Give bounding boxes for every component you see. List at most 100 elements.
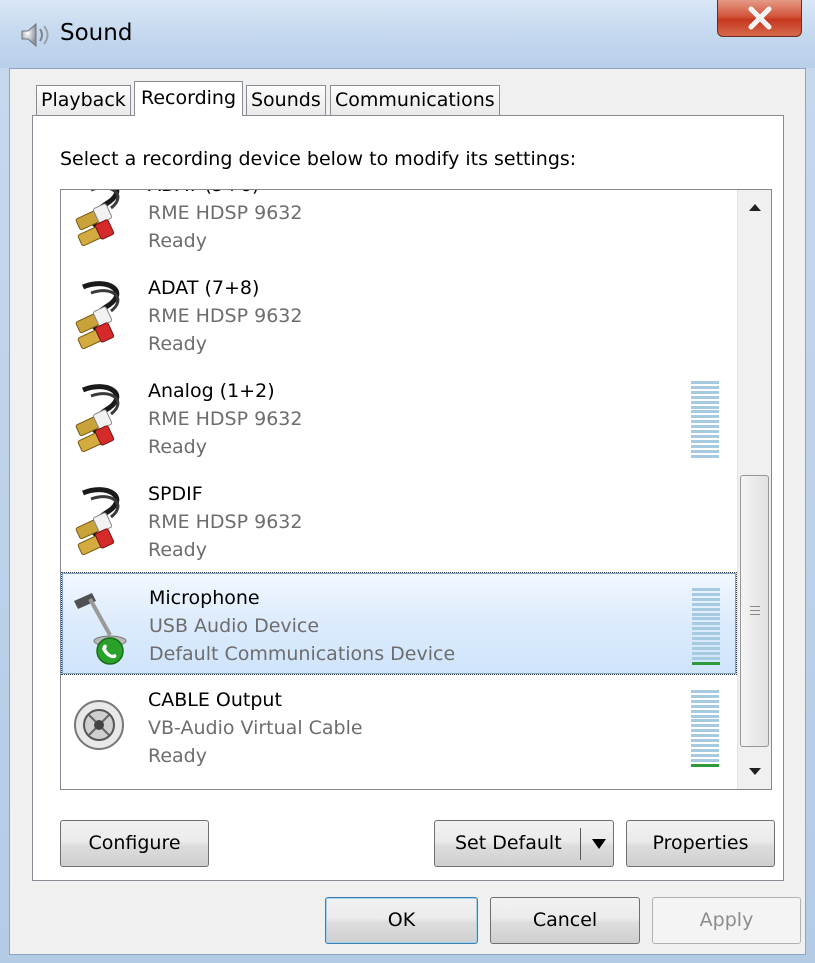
device-name: ADAT (7+8) — [148, 277, 260, 299]
device-description: RME HDSP 9632 — [148, 202, 303, 224]
device-list-scrollbar[interactable] — [737, 190, 771, 789]
tab-communications[interactable]: Communications — [330, 85, 500, 115]
set-default-label: Set Default — [455, 832, 562, 854]
device-description: RME HDSP 9632 — [148, 511, 303, 533]
meter-segment — [691, 425, 719, 429]
meter-segment — [691, 385, 719, 389]
meter-segment — [691, 763, 719, 767]
close-button[interactable] — [717, 0, 802, 37]
speaker-icon — [21, 22, 49, 48]
device-row[interactable]: Microphone USB Audio Device Default Commun… — [61, 572, 737, 675]
properties-button[interactable]: Properties — [626, 820, 775, 867]
meter-segment — [691, 734, 719, 738]
device-description: USB Audio Device — [149, 615, 320, 637]
device-row[interactable]: ADAT (7+8) RME HDSP 9632 Ready — [61, 263, 737, 366]
rca-cable-icon — [69, 273, 129, 355]
tab-playback[interactable]: Playback — [36, 85, 131, 115]
meter-segment — [691, 420, 719, 424]
device-name: ADAT (5+6) — [148, 190, 259, 196]
meter-segment — [691, 724, 719, 728]
meter-segment — [691, 709, 719, 713]
meter-segment — [691, 390, 719, 394]
meter-segment — [692, 597, 720, 601]
device-row[interactable]: SPDIF RME HDSP 9632 Ready — [61, 469, 737, 572]
thumb-grip-line — [750, 606, 760, 607]
device-name: SPDIF — [148, 483, 203, 505]
device-status: Ready — [148, 230, 207, 252]
ok-button[interactable]: OK — [325, 897, 478, 944]
meter-segment — [692, 622, 720, 626]
meter-segment — [692, 646, 720, 650]
apply-button[interactable]: Apply — [652, 897, 801, 944]
meter-segment — [692, 607, 720, 611]
chevron-down-icon[interactable] — [591, 838, 607, 850]
meter-segment — [692, 588, 720, 591]
device-status: Ready — [148, 436, 207, 458]
meter-segment — [691, 699, 719, 703]
meter-segment — [691, 729, 719, 733]
meter-segment — [692, 592, 720, 596]
meter-segment — [692, 661, 720, 665]
device-description: RME HDSP 9632 — [148, 408, 303, 430]
meter-segment — [691, 395, 719, 399]
device-row[interactable]: ADAT (5+6) RME HDSP 9632 Ready — [61, 190, 737, 263]
meter-segment — [691, 743, 719, 747]
device-list[interactable]: ADAT (5+6) RME HDSP 9632 Ready ADAT (7+8) R… — [60, 189, 772, 790]
meter-segment — [691, 714, 719, 718]
scroll-up-button[interactable] — [738, 190, 771, 224]
meter-segment — [691, 704, 719, 708]
meter-segment — [692, 641, 720, 645]
meter-segment — [692, 617, 720, 621]
tab-recording[interactable]: Recording — [134, 81, 244, 116]
device-name: Analog (1+2) — [148, 380, 275, 402]
meter-segment — [692, 637, 720, 640]
device-row[interactable]: Analog (1+2) RME HDSP 9632 Ready — [61, 366, 737, 469]
dialog-body: Playback Recording Sounds Communications… — [9, 68, 806, 955]
device-name: Microphone — [149, 587, 260, 609]
cancel-button[interactable]: Cancel — [490, 897, 640, 944]
meter-segment — [692, 627, 720, 631]
meter-segment — [691, 719, 719, 723]
sound-dialog: Sound Playback Recording Sounds Communic… — [0, 0, 815, 963]
device-status: Ready — [148, 745, 207, 767]
title-bar[interactable]: Sound — [0, 0, 815, 68]
meter-segment — [692, 632, 720, 636]
meter-segment — [691, 381, 719, 384]
meter-segment — [691, 690, 719, 693]
configure-button[interactable]: Configure — [60, 820, 209, 867]
window-title: Sound — [60, 20, 133, 46]
meter-segment — [691, 410, 719, 414]
meter-segment — [691, 739, 719, 742]
meter-segment — [691, 415, 719, 419]
microphone-icon — [70, 583, 130, 665]
meter-segment — [691, 400, 719, 404]
virtual-cable-icon — [69, 685, 129, 767]
scroll-down-button[interactable] — [738, 755, 771, 789]
set-default-split-button[interactable]: Set Default — [434, 820, 614, 867]
scroll-thumb[interactable] — [740, 475, 769, 747]
meter-segment — [692, 602, 720, 606]
device-name: CABLE Output — [148, 689, 282, 711]
rca-cable-icon — [69, 376, 129, 458]
rca-cable-icon — [69, 190, 129, 252]
close-icon — [748, 6, 772, 30]
thumb-grip-line — [750, 614, 760, 615]
device-status: Ready — [148, 539, 207, 561]
meter-segment — [691, 449, 719, 453]
meter-segment — [692, 612, 720, 616]
meter-segment — [692, 651, 720, 655]
device-description: RME HDSP 9632 — [148, 305, 303, 327]
tab-sounds[interactable]: Sounds — [246, 85, 326, 115]
meter-segment — [692, 656, 720, 660]
device-status: Default Communications Device — [149, 643, 456, 665]
meter-segment — [691, 405, 719, 409]
device-description: VB-Audio Virtual Cable — [148, 717, 363, 739]
meter-segment — [691, 753, 719, 757]
arrow-down-icon — [749, 768, 761, 775]
meter-segment — [691, 439, 719, 443]
arrow-up-icon — [749, 204, 761, 211]
device-row[interactable]: CABLE Output VB-Audio Virtual Cable Ready — [61, 675, 737, 778]
level-meter — [691, 381, 719, 459]
device-status: Ready — [148, 333, 207, 355]
thumb-grip-line — [750, 610, 760, 611]
